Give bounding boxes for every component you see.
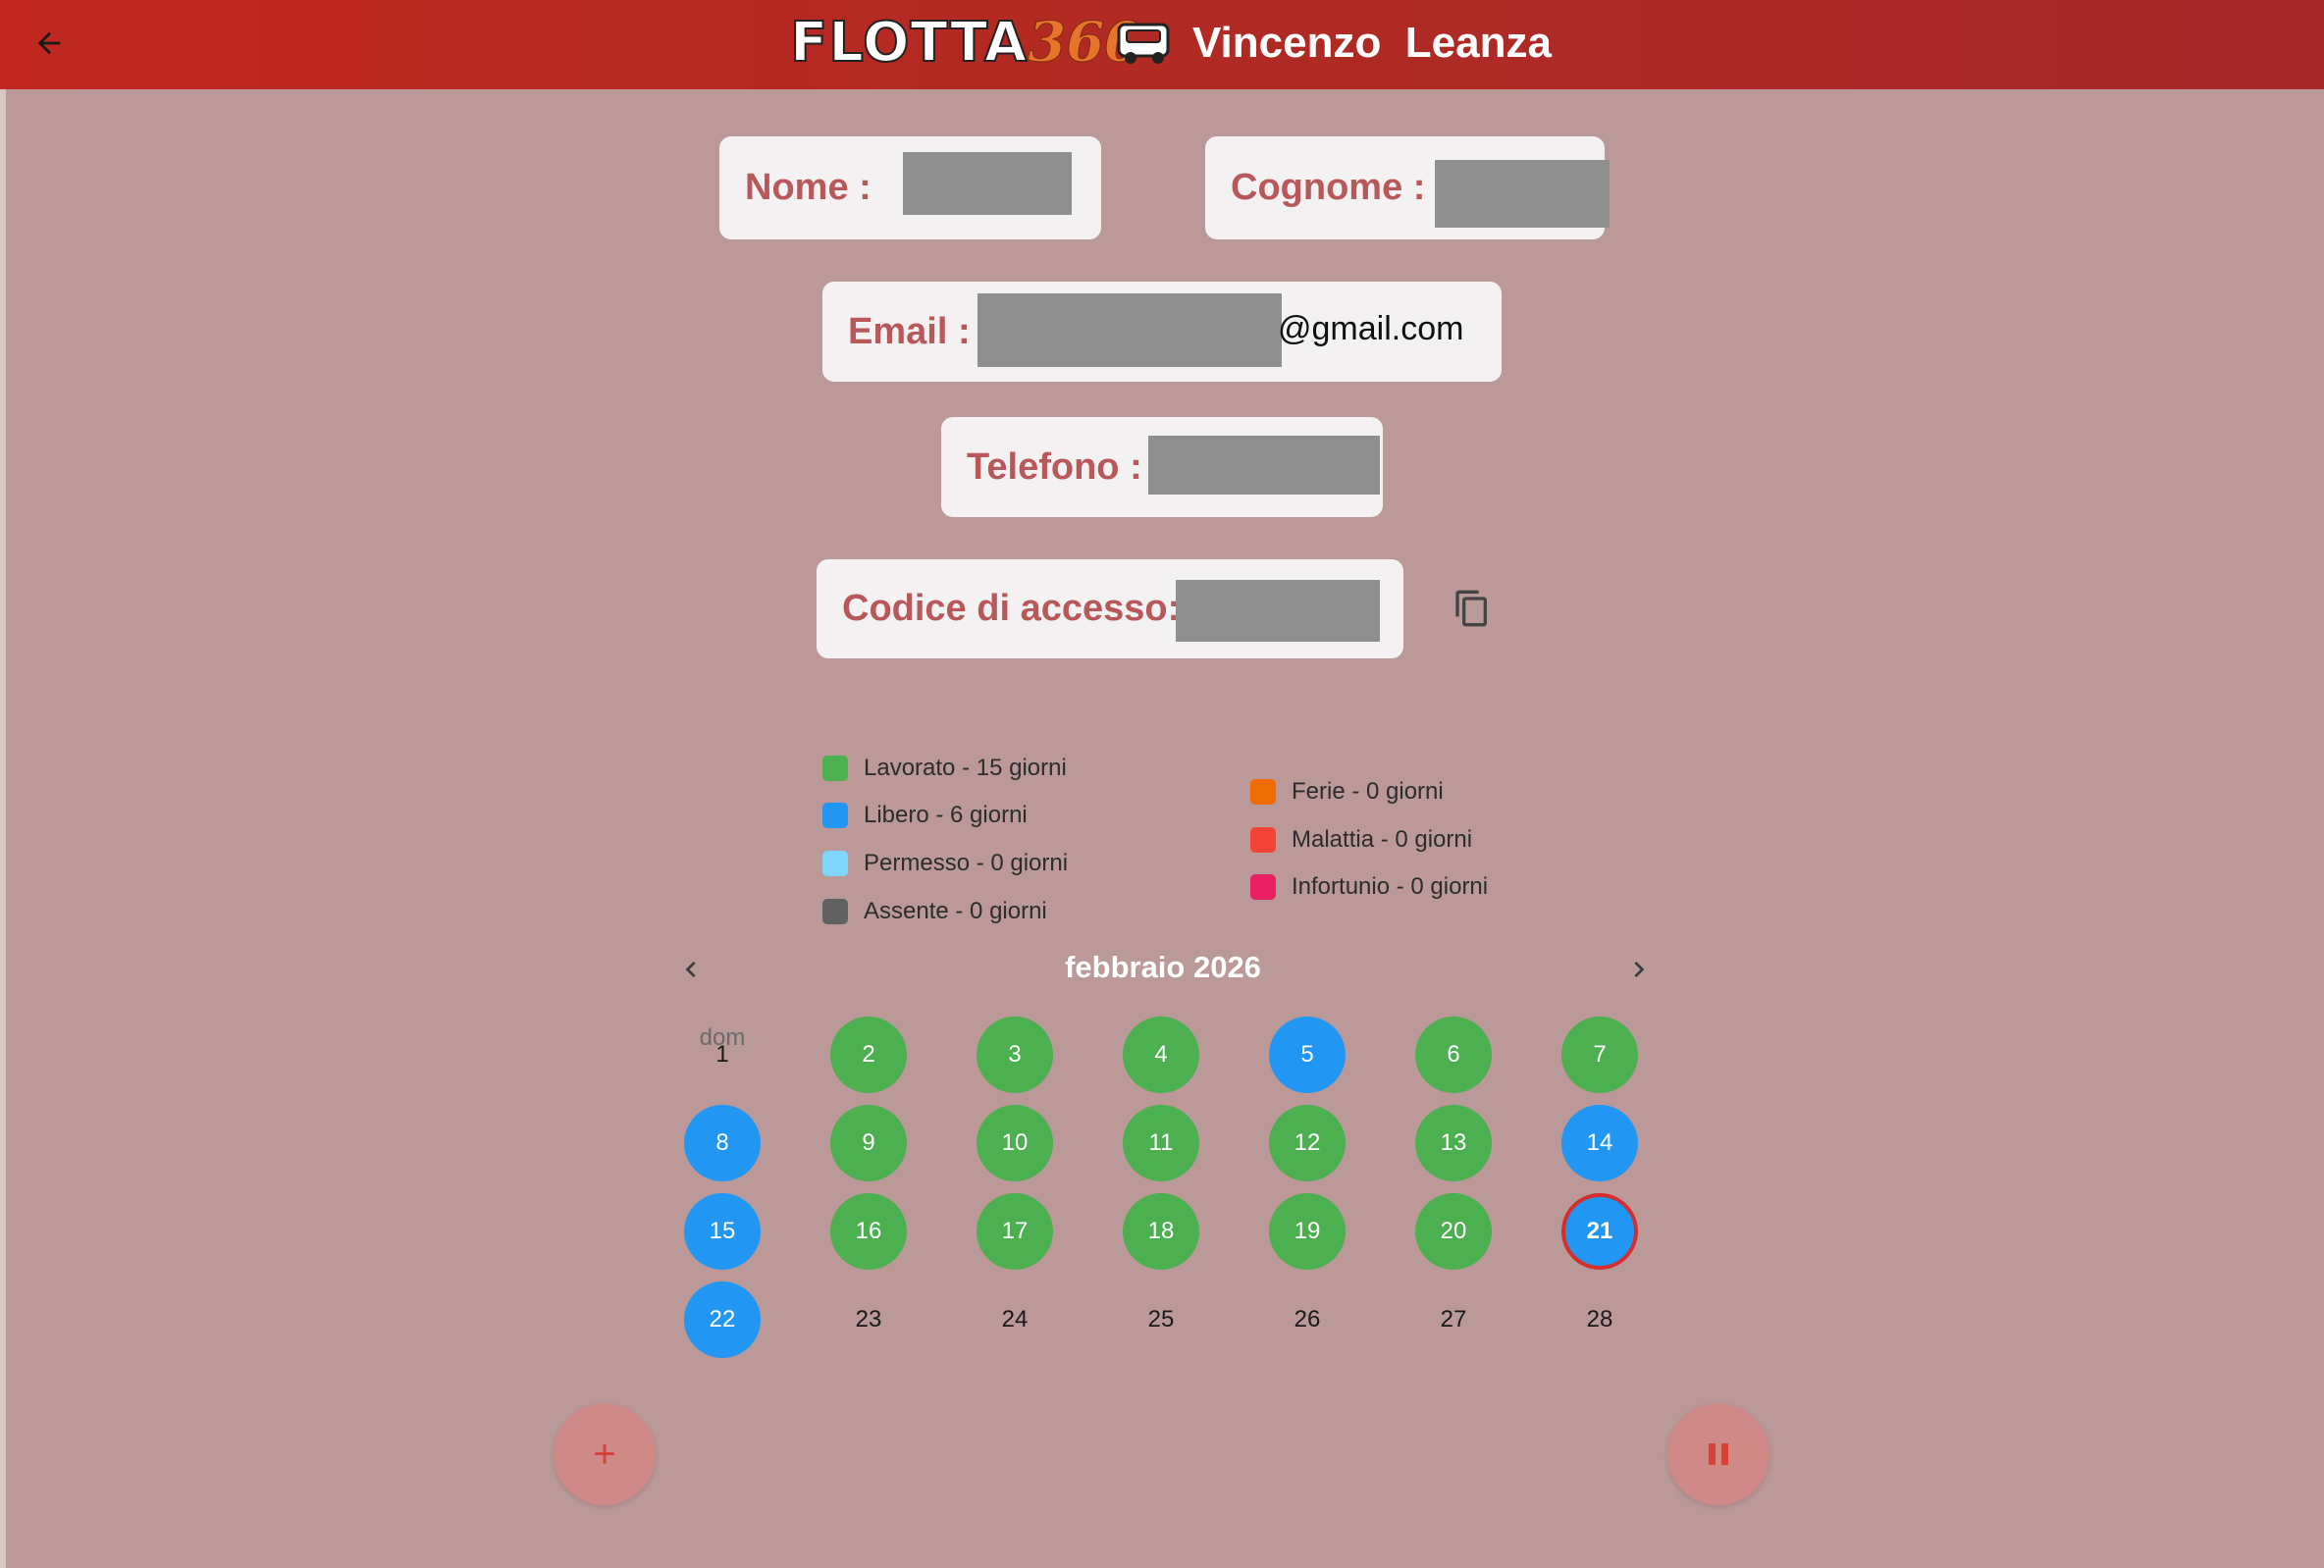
calendar-day-1[interactable]: 1	[684, 1017, 761, 1093]
copy-button[interactable]	[1449, 585, 1496, 632]
calendar-day-17[interactable]: 17	[977, 1193, 1053, 1270]
back-button[interactable]	[24, 18, 75, 69]
legend-swatch	[1250, 779, 1276, 805]
add-button[interactable]: +	[554, 1403, 656, 1505]
calendar-day-22[interactable]: 22	[684, 1281, 761, 1358]
pause-button[interactable]	[1667, 1403, 1769, 1505]
calendar-day-3[interactable]: 3	[977, 1017, 1053, 1093]
calendar-day-19[interactable]: 19	[1269, 1193, 1346, 1270]
cognome-label: Cognome :	[1231, 167, 1426, 208]
codice-accesso-label: Codice di accesso: :	[842, 588, 1214, 629]
user-name: Vincenzo Leanza	[1192, 19, 1552, 67]
legend-label: Malattia - 0 giorni	[1292, 826, 1473, 853]
chevron-right-icon	[1634, 962, 1645, 977]
calendar-day-6[interactable]: 6	[1415, 1017, 1492, 1093]
legend-swatch	[822, 803, 848, 828]
calendar-day-8[interactable]: 8	[684, 1105, 761, 1181]
calendar-day-7[interactable]: 7	[1561, 1017, 1638, 1093]
calendar-day-9[interactable]: 9	[830, 1105, 907, 1181]
legend-label: Assente - 0 giorni	[864, 898, 1047, 924]
month-title: febbraio 2026	[1065, 950, 1261, 984]
legend-label: Infortunio - 0 giorni	[1292, 873, 1489, 900]
legend-swatch	[822, 899, 848, 924]
calendar-day-12[interactable]: 12	[1269, 1105, 1346, 1181]
truck-icon	[1117, 23, 1170, 64]
legend-item-lavorato: Lavorato - 15 giorni	[822, 753, 1067, 784]
legend-item-infortunio: Infortunio - 0 giorni	[1250, 871, 1488, 903]
email-label: Email :	[848, 310, 971, 352]
calendar-day-14[interactable]: 14	[1561, 1105, 1638, 1181]
calendar-day-27[interactable]: 27	[1415, 1281, 1492, 1358]
calendar-day-24[interactable]: 24	[977, 1281, 1053, 1358]
calendar-day-13[interactable]: 13	[1415, 1105, 1492, 1181]
cognome-value-redacted	[1435, 160, 1610, 228]
calendar-day-18[interactable]: 18	[1123, 1193, 1199, 1270]
page-edge	[0, 89, 6, 1568]
calendar-day-28[interactable]: 28	[1561, 1281, 1638, 1358]
calendar-header: febbraio 2026	[667, 942, 1659, 997]
legend-item-assente: Assente - 0 giorni	[822, 896, 1047, 927]
calendar-day-10[interactable]: 10	[977, 1105, 1053, 1181]
legend-label: Ferie - 0 giorni	[1292, 778, 1444, 805]
legend-item-permesso: Permesso - 0 giorni	[822, 848, 1068, 879]
calendar-day-21[interactable]: 21	[1561, 1193, 1638, 1270]
calendar-day-4[interactable]: 4	[1123, 1017, 1199, 1093]
calendar-day-5[interactable]: 5	[1269, 1017, 1346, 1093]
legend-item-ferie: Ferie - 0 giorni	[1250, 776, 1444, 808]
calendar-day-2[interactable]: 2	[830, 1017, 907, 1093]
next-month-button[interactable]	[1615, 946, 1663, 993]
legend-label: Lavorato - 15 giorni	[864, 755, 1067, 781]
pause-icon	[1706, 1443, 1731, 1465]
legend-swatch	[1250, 874, 1276, 900]
calendar-day-20[interactable]: 20	[1415, 1193, 1492, 1270]
nome-value-redacted	[903, 152, 1072, 215]
legend-label: Permesso - 0 giorni	[864, 850, 1069, 876]
legend-swatch	[1250, 827, 1276, 853]
email-value-redacted	[977, 293, 1282, 367]
calendar-day-23[interactable]: 23	[830, 1281, 907, 1358]
calendar-day-11[interactable]: 11	[1123, 1105, 1199, 1181]
telefono-value-redacted	[1148, 436, 1380, 495]
legend-label: Libero - 6 giorni	[864, 802, 1028, 828]
email-suffix: @gmail.com	[1278, 310, 1464, 347]
app-bar: FLOTTA 360 Vincenzo Leanza	[0, 0, 2324, 89]
legend-item-libero: Libero - 6 giorni	[822, 800, 1028, 831]
copy-icon	[1455, 590, 1487, 627]
calendar-day-15[interactable]: 15	[684, 1193, 761, 1270]
nome-label: Nome :	[745, 167, 872, 208]
telefono-label: Telefono :	[967, 445, 1142, 488]
flotta360-logo: FLOTTA 360	[789, 8, 1178, 77]
legend-swatch	[822, 851, 848, 876]
calendar-day-25[interactable]: 25	[1123, 1281, 1199, 1358]
bottom-cut-off-text	[0, 1542, 2324, 1562]
add-icon: +	[593, 1433, 616, 1476]
logo-text: FLOTTA	[789, 10, 1029, 76]
legend-swatch	[822, 756, 848, 781]
codice-accesso-value-redacted	[1176, 580, 1380, 642]
calendar-day-16[interactable]: 16	[830, 1193, 907, 1270]
calendar-day-26[interactable]: 26	[1269, 1281, 1346, 1358]
legend-item-malattia: Malattia - 0 giorni	[1250, 824, 1472, 856]
arrow-back-icon	[37, 31, 61, 55]
